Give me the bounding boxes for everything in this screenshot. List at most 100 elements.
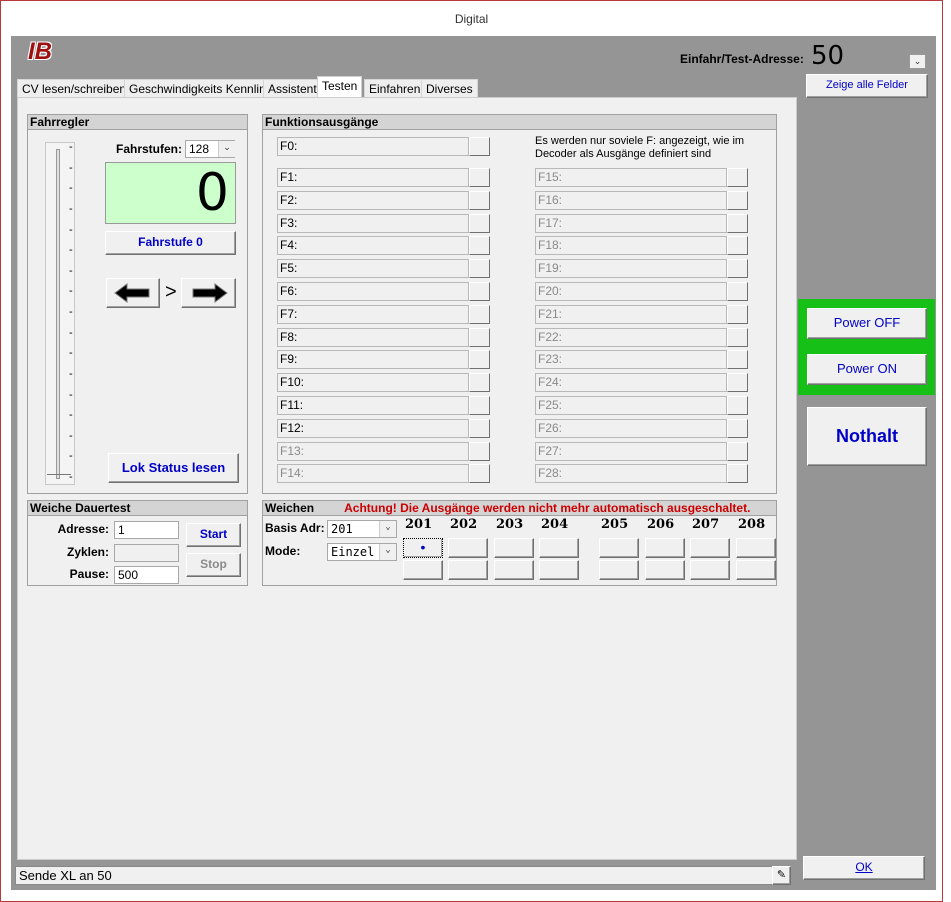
nothalt-button[interactable]: Nothalt [807,407,927,466]
f13-button[interactable] [469,441,490,461]
f7-button[interactable] [469,304,490,324]
start-button[interactable]: Start [186,523,241,547]
f17-button[interactable] [727,213,748,233]
weiche-col-208: 208 [738,517,766,532]
weiche-col-207: 207 [692,517,720,532]
f15-button[interactable] [727,168,748,187]
slider-tick: - [69,450,73,463]
f27-button[interactable] [727,441,748,461]
f3-button[interactable] [469,213,490,233]
fahrstufen-select[interactable]: 128 ⌄ [185,140,235,158]
weiche-201-straight-button[interactable]: • [403,538,443,558]
weiche-col-203: 203 [496,517,524,532]
tab-diverses[interactable]: Diverses [421,79,478,98]
f20-button[interactable] [727,282,748,301]
f2-field: F2: [277,190,469,210]
weichen-warning: Achtung! Die Ausgänge werden nicht mehr … [344,501,751,515]
mode-select[interactable]: Einzel ⌄ [327,543,397,561]
f22-button[interactable] [727,327,748,347]
f25-button[interactable] [727,396,748,415]
f28-button[interactable] [727,464,748,484]
scroll-icon[interactable]: ✎ [772,866,791,885]
weiche-208-straight-button[interactable] [736,538,776,558]
f2-button[interactable] [469,190,490,210]
mode-label: Mode: [265,544,301,558]
weiche-203-turn-button[interactable] [494,560,534,580]
f22-field: F22: [535,327,727,347]
f1-field: F1: [277,168,469,187]
tab-kennlinie[interactable]: Geschwindigkeits Kennlinie [124,79,281,98]
tab-testen[interactable]: Testen [317,76,363,99]
weiche-201-turn-button[interactable] [403,560,443,580]
pause-label: Pause: [69,567,109,581]
f23-button[interactable] [727,350,748,370]
f26-field: F26: [535,418,727,438]
f6-button[interactable] [469,282,490,301]
weiche-206-straight-button[interactable] [645,538,685,558]
f16-button[interactable] [727,190,748,210]
f14-field: F14: [277,464,469,484]
basis-select[interactable]: 201 ⌄ [327,520,397,538]
f12-button[interactable] [469,418,490,438]
pause-input[interactable]: 500 [114,566,179,584]
f0-button[interactable] [469,137,490,156]
f21-button[interactable] [727,304,748,324]
direction-indicator: > [165,281,177,303]
slider-tick: - [69,182,73,195]
f18-button[interactable] [727,236,748,256]
weiche-204-turn-button[interactable] [539,560,579,580]
f5-button[interactable] [469,259,490,279]
fahrstufe-button[interactable]: Fahrstufe 0 [105,231,236,255]
f8-button[interactable] [469,327,490,347]
forward-button[interactable] [181,278,236,308]
f13-field: F13: [277,441,469,461]
weiche-205-straight-button[interactable] [599,538,639,558]
f14-button[interactable] [469,464,490,484]
weiche-208-turn-button[interactable] [736,560,776,580]
f26-button[interactable] [727,418,748,438]
slider-tick: - [69,409,73,422]
tab-page-testen: Fahrregler ----------------- Fahrstufen:… [17,97,797,860]
tab-cv-lesen[interactable]: CV lesen/schreiben [17,79,132,98]
fahrregler-group: Fahrregler ----------------- Fahrstufen:… [27,114,248,494]
tab-assistent[interactable]: Assistent [263,79,322,98]
power-on-button[interactable]: Power ON [807,354,927,385]
adresse-input[interactable]: 1 [114,521,179,539]
weiche-205-turn-button[interactable] [599,560,639,580]
f4-button[interactable] [469,236,490,256]
f24-button[interactable] [727,373,748,393]
f0-field: F0: [277,137,469,156]
weiche-203-straight-button[interactable] [494,538,534,558]
slider-tick: - [69,285,73,298]
slider-thumb[interactable] [47,465,71,475]
stop-button[interactable]: Stop [186,553,241,577]
weiche-202-turn-button[interactable] [448,560,488,580]
power-off-button[interactable]: Power OFF [807,308,927,339]
ok-button[interactable]: OK [803,856,925,880]
weiche-204-straight-button[interactable] [539,538,579,558]
address-dropdown-chevron-icon[interactable]: ⌄ [909,54,926,69]
weiche-206-turn-button[interactable] [645,560,685,580]
slider-tick: - [69,306,73,318]
f11-field: F11: [277,396,469,415]
f19-button[interactable] [727,259,748,279]
f10-button[interactable] [469,373,490,393]
tab-einfahren[interactable]: Einfahren [364,79,426,98]
lok-status-button[interactable]: Lok Status lesen [108,453,239,483]
speed-slider[interactable]: ----------------- [45,141,75,485]
f9-button[interactable] [469,350,490,370]
speed-display: 0 [105,162,236,224]
weiche-207-straight-button[interactable] [690,538,730,558]
f21-field: F21: [535,304,727,324]
f1-button[interactable] [469,168,490,187]
f11-button[interactable] [469,396,490,415]
zeige-alle-felder-button[interactable]: Zeige alle Felder [806,74,928,98]
weiche-207-turn-button[interactable] [690,560,730,580]
weichen-group: Weichen Achtung! Die Ausgänge werden nic… [262,500,777,586]
f7-field: F7: [277,304,469,324]
weiche-202-straight-button[interactable] [448,538,488,558]
slider-tick: - [69,388,73,401]
f8-field: F8: [277,327,469,347]
address-value: 50 [811,41,845,71]
reverse-button[interactable] [106,278,160,308]
